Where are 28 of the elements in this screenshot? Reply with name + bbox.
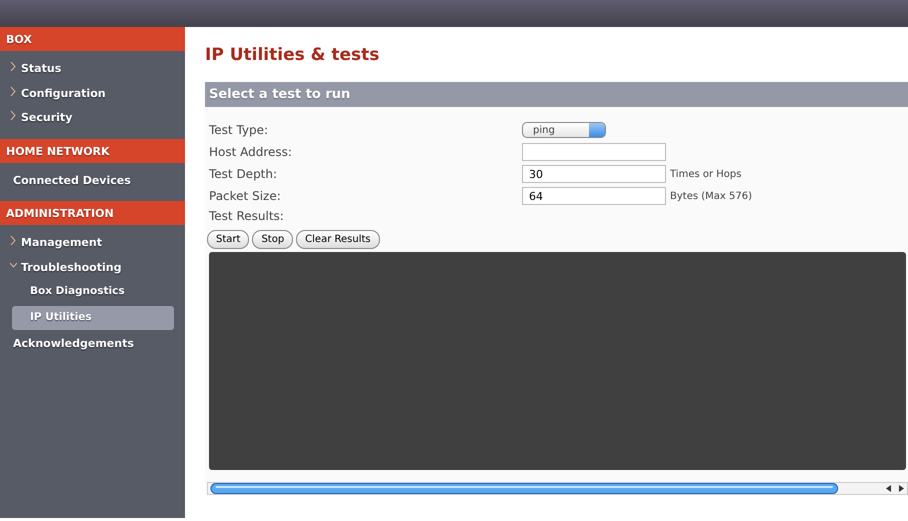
sidebar-item[interactable]: Acknowledgements (0, 332, 185, 356)
field-label: Test Type: (208, 122, 270, 140)
sidebar-item[interactable]: Management (0, 231, 185, 256)
scrollbar[interactable] (207, 482, 908, 496)
input-field[interactable]: 30 (522, 165, 666, 184)
sidebar-item[interactable]: Configuration (0, 82, 185, 106)
dropdown[interactable]: ping (522, 122, 606, 138)
sidebar-item[interactable]: Troubleshooting (0, 256, 185, 280)
sidebar-item[interactable]: Connected Devices (0, 168, 185, 193)
sidebar-item[interactable]: Status (0, 57, 185, 82)
unit-label: Times or Hops (670, 168, 742, 182)
button[interactable]: Clear Results (296, 230, 380, 250)
unit-label: Bytes (Max 576) (670, 190, 752, 204)
input-field[interactable]: 64 (522, 187, 666, 206)
field-label: Test Results: (208, 208, 285, 226)
input-field[interactable] (522, 143, 666, 162)
sidebar-item[interactable]: Security (0, 106, 185, 130)
field-label: Host Address: (208, 144, 293, 162)
section-header: BOX (0, 27, 185, 51)
page-title: IP Utilities & tests (205, 45, 380, 66)
field-label: Test Depth: (208, 166, 278, 184)
panel-header: Select a test to run (205, 82, 908, 108)
section-header: ADMINISTRATION (0, 201, 185, 225)
button[interactable]: Stop (252, 230, 294, 250)
field-label: Packet Size: (208, 188, 282, 206)
button[interactable]: Start (207, 230, 250, 250)
section-header: HOME NETWORK (0, 138, 185, 162)
sidebar-subitem[interactable]: Box Diagnostics (12, 280, 174, 304)
